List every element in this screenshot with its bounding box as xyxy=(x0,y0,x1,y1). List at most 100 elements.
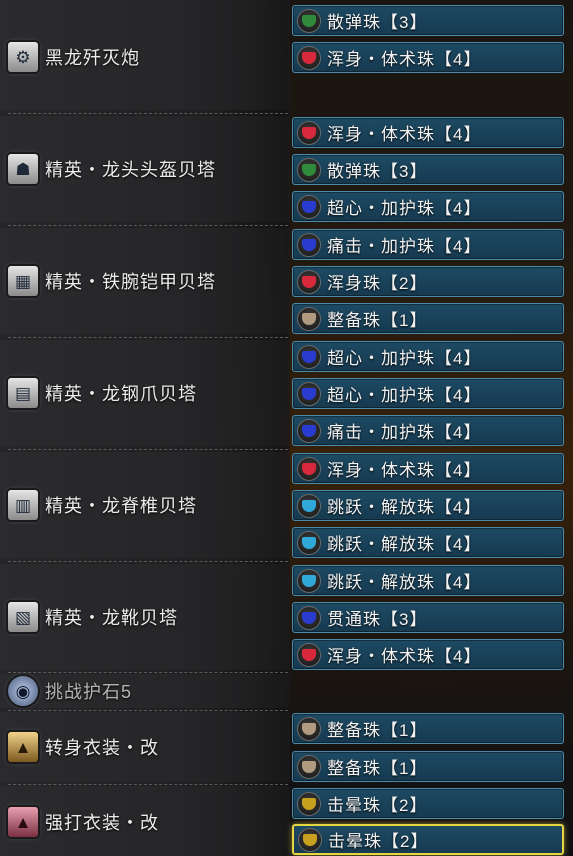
decoration-slot[interactable]: 散弹珠【3】 xyxy=(292,154,564,185)
decoration-gem-icon xyxy=(297,568,321,593)
decoration-gem-icon xyxy=(297,642,321,667)
decoration-gem-icon xyxy=(297,269,321,294)
decoration-gem-icon xyxy=(297,605,321,630)
decoration-label: 超心・加护珠【4】 xyxy=(327,349,482,368)
decoration-slot[interactable]: 浑身・体术珠【4】 xyxy=(292,453,564,484)
helmet-icon: ☗ xyxy=(8,154,38,184)
gem-core xyxy=(302,200,316,213)
equipment-item-chest[interactable]: ▦ 精英・铁腕铠甲贝塔 xyxy=(8,263,216,299)
gem-core xyxy=(302,238,316,251)
decoration-slot[interactable]: 散弹珠【3】 xyxy=(292,5,564,36)
group-divider xyxy=(8,710,288,711)
decoration-label: 浑身・体术珠【4】 xyxy=(327,461,482,480)
gem-core xyxy=(302,499,316,512)
decoration-label: 整备珠【1】 xyxy=(327,311,428,330)
decoration-slot[interactable]: 浑身・体术珠【4】 xyxy=(292,639,564,670)
group-divider xyxy=(8,113,288,114)
decoration-label: 击晕珠【2】 xyxy=(328,832,429,851)
decoration-gem-icon xyxy=(297,306,321,331)
charm-icon: ◉ xyxy=(8,676,38,706)
equipment-item-arms[interactable]: ▤ 精英・龙钢爪贝塔 xyxy=(8,375,197,411)
mantle-icon: ▲ xyxy=(8,807,38,837)
equipment-name: 精英・龙脊椎贝塔 xyxy=(45,496,197,516)
equipment-item-waist[interactable]: ▥ 精英・龙脊椎贝塔 xyxy=(8,487,197,523)
decoration-label: 击晕珠【2】 xyxy=(327,796,428,815)
gem-core xyxy=(302,126,316,139)
decoration-gem-icon xyxy=(297,120,321,145)
decoration-label: 散弹珠【3】 xyxy=(327,13,428,32)
equipment-item-legs[interactable]: ▧ 精英・龙靴贝塔 xyxy=(8,599,178,635)
group-divider xyxy=(8,225,288,226)
decoration-gem-icon xyxy=(297,530,321,555)
equipment-item-charm[interactable]: ◉ 挑战护石5 xyxy=(8,673,132,709)
equipment-item-head[interactable]: ☗ 精英・龙头头盔贝塔 xyxy=(8,151,216,187)
decoration-slot[interactable]: 整备珠【1】 xyxy=(292,751,564,782)
decoration-label: 整备珠【1】 xyxy=(327,721,428,740)
decoration-label: 浑身珠【2】 xyxy=(327,274,428,293)
decoration-label: 痛击・加护珠【4】 xyxy=(327,237,482,256)
gem-core xyxy=(302,312,316,325)
equipment-name: 精英・龙靴贝塔 xyxy=(45,608,178,628)
decoration-slot[interactable]: 浑身・体术珠【4】 xyxy=(292,117,564,148)
decoration-label: 跳跃・解放珠【4】 xyxy=(327,535,482,554)
greaves-icon: ▧ xyxy=(8,602,38,632)
decoration-slot[interactable]: 整备珠【1】 xyxy=(292,713,564,744)
decoration-label: 浑身・体术珠【4】 xyxy=(327,647,482,666)
decoration-gem-icon xyxy=(297,493,321,518)
decoration-slot[interactable]: 整备珠【1】 xyxy=(292,303,564,334)
decoration-slot[interactable]: 击晕珠【2】 xyxy=(292,788,564,819)
group-divider xyxy=(8,561,288,562)
decoration-label: 浑身・体术珠【4】 xyxy=(327,125,482,144)
gem-core xyxy=(302,760,316,773)
gem-core xyxy=(302,275,316,288)
decoration-gem-icon xyxy=(297,232,321,257)
gem-core xyxy=(302,611,316,624)
decoration-label: 整备珠【1】 xyxy=(327,759,428,778)
equipment-name: 精英・铁腕铠甲贝塔 xyxy=(45,272,216,292)
decoration-label: 超心・加护珠【4】 xyxy=(327,199,482,218)
decoration-slot[interactable]: 跳跃・解放珠【4】 xyxy=(292,490,564,521)
gem-core xyxy=(302,387,316,400)
decoration-slot[interactable]: 跳跃・解放珠【4】 xyxy=(292,527,564,558)
decoration-label: 跳跃・解放珠【4】 xyxy=(327,498,482,517)
decoration-slot[interactable]: 超心・加护珠【4】 xyxy=(292,378,564,409)
gem-core xyxy=(302,797,316,810)
decoration-slot[interactable]: 贯通珠【3】 xyxy=(292,602,564,633)
decoration-slot[interactable]: 浑身珠【2】 xyxy=(292,266,564,297)
decoration-label: 超心・加护珠【4】 xyxy=(327,386,482,405)
decoration-slot[interactable]: 超心・加护珠【4】 xyxy=(292,191,564,222)
decoration-gem-icon xyxy=(297,456,321,481)
gem-core xyxy=(302,350,316,363)
decoration-gem-icon xyxy=(297,344,321,369)
decoration-slot[interactable]: 跳跃・解放珠【4】 xyxy=(292,565,564,596)
gem-core xyxy=(302,424,316,437)
group-divider xyxy=(8,784,288,785)
decoration-gem-icon xyxy=(297,791,321,816)
decoration-label: 痛击・加护珠【4】 xyxy=(327,423,482,442)
decoration-slot[interactable]: 痛击・加护珠【4】 xyxy=(292,229,564,260)
decoration-gem-icon xyxy=(297,716,321,741)
gem-core xyxy=(302,536,316,549)
decoration-slot[interactable]: 超心・加护珠【4】 xyxy=(292,341,564,372)
decoration-slot[interactable]: 浑身・体术珠【4】 xyxy=(292,42,564,73)
equipment-name: 黑龙歼灭炮 xyxy=(45,48,140,68)
gem-core xyxy=(302,14,316,27)
equipment-item-mantle-2[interactable]: ▲ 强打衣装・改 xyxy=(8,804,159,840)
group-divider xyxy=(8,449,288,450)
equipment-name: 强打衣装・改 xyxy=(45,813,159,833)
chest-armor-icon: ▦ xyxy=(8,266,38,296)
decoration-gem-icon xyxy=(297,194,321,219)
equipment-item-mantle-1[interactable]: ▲ 转身衣装・改 xyxy=(8,729,159,765)
gem-core xyxy=(302,163,316,176)
decoration-slot[interactable]: 击晕珠【2】 xyxy=(292,824,564,855)
group-divider xyxy=(8,337,288,338)
gem-core xyxy=(302,722,316,735)
decoration-gem-icon xyxy=(297,8,321,33)
mantle-icon: ▲ xyxy=(8,732,38,762)
equipment-name: 精英・龙钢爪贝塔 xyxy=(45,384,197,404)
equipment-name: 精英・龙头头盔贝塔 xyxy=(45,160,216,180)
equipment-item-weapon[interactable]: ⚙ 黑龙歼灭炮 xyxy=(8,39,140,75)
waist-armor-icon: ▥ xyxy=(8,490,38,520)
bowgun-icon: ⚙ xyxy=(8,42,38,72)
decoration-slot[interactable]: 痛击・加护珠【4】 xyxy=(292,415,564,446)
